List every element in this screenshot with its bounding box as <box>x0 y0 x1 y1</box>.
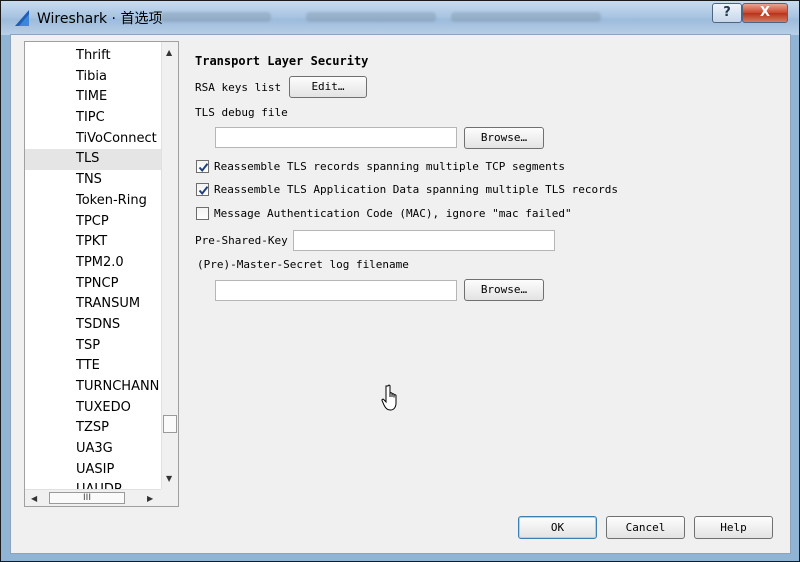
protocol-list-item[interactable]: TZSP <box>25 418 161 439</box>
protocol-list-item[interactable]: TPNCP <box>25 274 161 295</box>
title-bar[interactable]: Wireshark · 首选项 ? X <box>1 1 799 35</box>
protocol-list-item[interactable]: Token-Ring <box>25 191 161 212</box>
pre-shared-key-input[interactable] <box>293 230 555 251</box>
mac-ignore-label: Message Authentication Code (MAC), ignor… <box>214 207 572 220</box>
checkmark-icon <box>198 186 209 196</box>
close-icon: X <box>759 5 771 20</box>
blurred-title-region <box>451 12 601 22</box>
window-title: Wireshark · 首选项 <box>37 11 163 27</box>
reassemble-app-data-checkbox[interactable] <box>196 183 209 196</box>
help-window-button[interactable]: ? <box>712 3 742 23</box>
section-heading: Transport Layer Security <box>195 54 369 68</box>
protocol-list-item[interactable]: TRANSUM <box>25 294 161 315</box>
ok-button[interactable]: OK <box>518 516 597 539</box>
protocol-tree[interactable]: Thrift Tibia TIME TIPC TiVoConnect TLS TNS Toke… <box>24 41 179 507</box>
close-window-button[interactable]: X <box>742 3 788 23</box>
protocol-list-item[interactable]: Tibia <box>25 67 161 88</box>
protocol-list-item[interactable]: TIPC <box>25 108 161 129</box>
checkmark-icon <box>198 163 209 173</box>
tls-debug-file-label: TLS debug file <box>195 106 288 119</box>
scroll-left-icon[interactable]: ◀ <box>31 494 37 503</box>
edit-button[interactable]: Edit… <box>289 76 367 98</box>
tls-debug-file-input[interactable] <box>215 127 457 148</box>
cancel-button[interactable]: Cancel <box>606 516 685 539</box>
horizontal-scroll-thumb[interactable]: III <box>49 492 125 504</box>
horizontal-scrollbar[interactable]: ◀ III ▶ <box>25 489 161 506</box>
protocol-list-item[interactable]: TPCP <box>25 212 161 233</box>
protocol-list-item[interactable]: TIME <box>25 87 161 108</box>
scroll-right-icon[interactable]: ▶ <box>147 494 153 503</box>
scroll-down-icon[interactable]: ▼ <box>166 474 172 483</box>
protocol-list-item[interactable]: UA3G <box>25 439 161 460</box>
protocol-list-item[interactable]: TPM2.0 <box>25 253 161 274</box>
help-button[interactable]: Help <box>694 516 773 539</box>
mac-ignore-checkbox[interactable] <box>196 207 209 220</box>
blurred-title-region <box>161 12 271 22</box>
scroll-corner <box>161 489 178 506</box>
protocol-list-item[interactable]: TUXEDO <box>25 398 161 419</box>
browse-debug-file-button[interactable]: Browse… <box>464 127 544 149</box>
vertical-scrollbar[interactable]: ▲ ▼ <box>161 42 178 489</box>
protocol-list-item[interactable]: UASIP <box>25 460 161 481</box>
protocol-list-item[interactable]: Thrift <box>25 46 161 67</box>
reassemble-tcp-checkbox[interactable] <box>196 160 209 173</box>
browse-master-secret-button[interactable]: Browse… <box>464 279 544 301</box>
protocol-list-item[interactable]: TSDNS <box>25 315 161 336</box>
blurred-title-region <box>306 12 436 22</box>
protocol-list-item[interactable]: TSP <box>25 336 161 357</box>
pre-shared-key-label: Pre-Shared-Key <box>195 234 288 247</box>
hand-pointer-icon <box>381 384 397 411</box>
protocol-list-item[interactable]: TLS <box>25 149 161 171</box>
protocol-list-item[interactable]: TTE <box>25 356 161 377</box>
vertical-scroll-thumb[interactable] <box>163 415 177 433</box>
rsa-keys-label: RSA keys list <box>195 81 282 94</box>
wireshark-fin-icon <box>15 10 29 26</box>
master-secret-file-input[interactable] <box>215 280 457 301</box>
protocol-list-item[interactable]: TPKT <box>25 232 161 253</box>
protocol-list[interactable]: Thrift Tibia TIME TIPC TiVoConnect TLS TNS Toke… <box>25 46 161 501</box>
master-secret-label: (Pre)-Master-Secret log filename <box>197 258 409 271</box>
protocol-list-item[interactable]: TURNCHANN <box>25 377 161 398</box>
dialog-window: Wireshark · 首选项 ? X Thrift Tibia TIME TIPC T… <box>0 0 800 562</box>
reassemble-app-data-label: Reassemble TLS Application Data spanning… <box>214 183 618 196</box>
protocol-list-item[interactable]: TNS <box>25 170 161 191</box>
scroll-up-icon[interactable]: ▲ <box>166 48 172 57</box>
reassemble-tcp-label: Reassemble TLS records spanning multiple… <box>214 160 565 173</box>
protocol-list-item[interactable]: TiVoConnect <box>25 129 161 150</box>
